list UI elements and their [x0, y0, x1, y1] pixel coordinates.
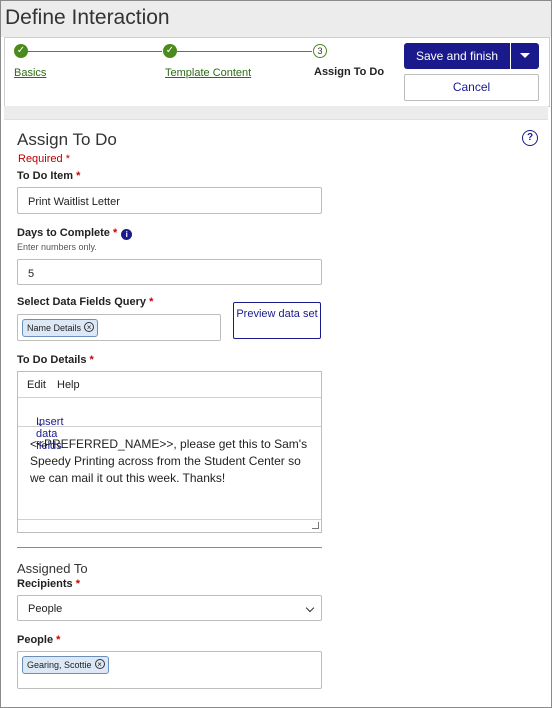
step-basics-link[interactable]: Basics — [14, 67, 46, 79]
recipients-label: Recipients * — [17, 578, 80, 590]
chevron-down-icon — [305, 603, 315, 613]
step-1-check-icon: ✓ — [14, 44, 28, 58]
step-assign-to-do-label: Assign To Do — [314, 66, 385, 78]
help-menu[interactable]: Help — [57, 379, 80, 391]
window-title: Define Interaction — [5, 6, 170, 29]
editor-statusbar — [18, 519, 321, 533]
save-and-finish-button[interactable]: Save and finish — [404, 43, 510, 69]
assigned-to-title: Assigned To — [17, 561, 88, 576]
caret-down-icon — [520, 53, 530, 58]
editor-menubar: Edit Help — [18, 372, 321, 398]
step-3-number: 3 — [313, 44, 327, 58]
remove-chip-icon[interactable]: × — [84, 322, 95, 332]
info-icon[interactable]: i — [121, 229, 133, 240]
todo-item-label: To Do Item * — [17, 170, 81, 182]
step-2-check-icon: ✓ — [163, 44, 177, 58]
section-gap — [4, 106, 548, 119]
remove-chip-icon[interactable]: × — [94, 659, 105, 669]
query-chip: Name Details × — [22, 319, 99, 337]
todo-item-input[interactable]: Print Waitlist Letter — [17, 187, 322, 214]
wizard-header: ✓ Basics ✓ Template Content 3 Assign To … — [4, 37, 550, 107]
select-data-fields-query-label: Select Data Fields Query * — [17, 296, 154, 308]
section-divider — [17, 547, 322, 548]
days-hint: Enter numbers only. — [17, 242, 97, 252]
required-note: Required * — [18, 153, 70, 165]
todo-details-editor: Edit Help Insert data fields ⌄ <<PREFERR… — [17, 371, 322, 533]
days-to-complete-input[interactable]: 5 — [17, 259, 322, 285]
days-to-complete-label: Days to Complete * i — [17, 227, 133, 240]
step-template-content-link[interactable]: Template Content — [165, 67, 251, 79]
editor-text-area[interactable]: <<PREFERRED_NAME>>, please get this to S… — [30, 436, 314, 487]
preview-data-set-button[interactable]: Preview data set — [233, 302, 321, 339]
edit-menu[interactable]: Edit — [27, 379, 46, 391]
section-title: Assign To Do — [17, 130, 117, 149]
person-chip: Gearing, Scottie × — [22, 656, 109, 674]
help-icon[interactable]: ? — [522, 130, 538, 146]
step-connector — [24, 51, 162, 52]
step-connector — [176, 51, 312, 52]
save-options-dropdown-button[interactable] — [511, 43, 539, 69]
editor-toolbar: Insert data fields ⌄ — [18, 398, 321, 452]
people-label: People * — [17, 634, 61, 646]
recipients-select[interactable]: People — [17, 595, 322, 621]
resize-handle-icon[interactable] — [312, 522, 319, 529]
todo-details-label: To Do Details * — [17, 354, 94, 366]
assign-to-do-panel: Assign To Do ? Required * To Do Item * P… — [4, 119, 548, 704]
data-fields-query-input[interactable]: Name Details × — [17, 314, 221, 341]
cancel-button[interactable]: Cancel — [404, 74, 539, 101]
define-interaction-window: Define Interaction ✓ Basics ✓ Template C… — [0, 0, 552, 708]
people-input[interactable]: Gearing, Scottie × — [17, 651, 322, 689]
chevron-down-icon: ⌄ — [36, 417, 46, 429]
title-bar: Define Interaction — [1, 1, 551, 37]
